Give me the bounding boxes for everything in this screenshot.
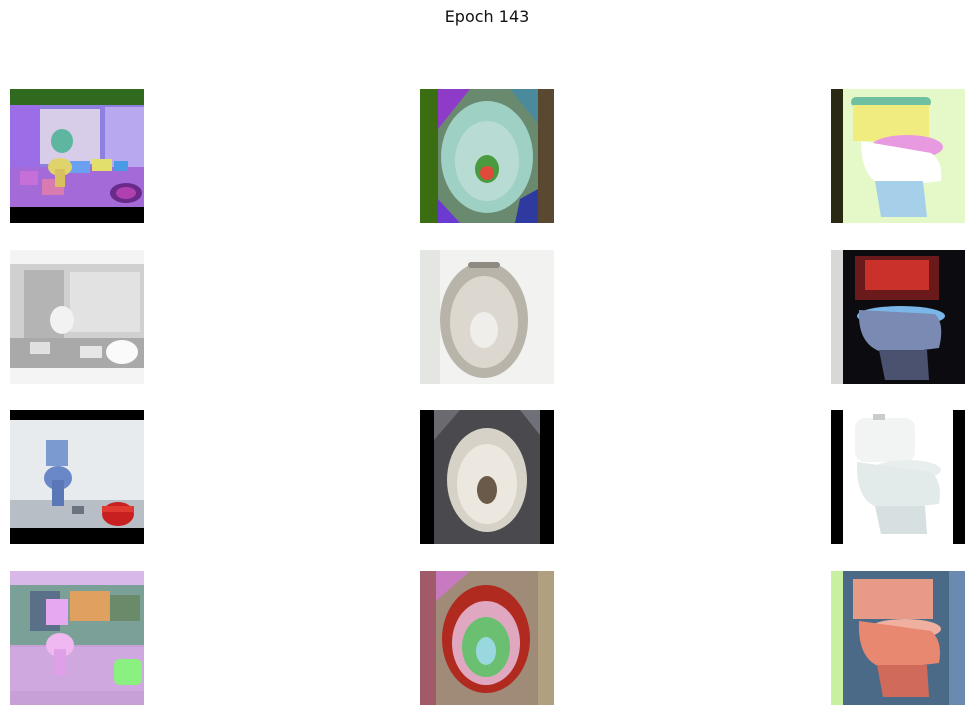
toilet-bowl-topdown-icon xyxy=(420,410,554,544)
toilet-sideview-icon xyxy=(831,571,965,705)
bathroom-scene-icon xyxy=(10,571,144,705)
generated-image-4 xyxy=(10,250,144,384)
toilet-bowl-topdown-icon xyxy=(420,250,554,384)
bathroom-scene-icon xyxy=(10,410,144,544)
generated-image-6 xyxy=(831,250,965,384)
toilet-bowl-topdown-icon xyxy=(420,89,554,223)
bathroom-scene-icon xyxy=(10,89,144,223)
toilet-sideview-icon xyxy=(831,89,965,223)
generated-image-11 xyxy=(420,571,554,705)
generated-image-8 xyxy=(420,410,554,544)
generated-image-10 xyxy=(10,571,144,705)
bathroom-scene-icon xyxy=(10,250,144,384)
generated-image-1 xyxy=(10,89,144,223)
generated-image-7 xyxy=(10,410,144,544)
generated-image-2 xyxy=(420,89,554,223)
toilet-sideview-icon xyxy=(831,250,965,384)
toilet-sideview-icon xyxy=(831,410,965,544)
generated-image-9 xyxy=(831,410,965,544)
generated-image-3 xyxy=(831,89,965,223)
generated-image-5 xyxy=(420,250,554,384)
figure-title: Epoch 143 xyxy=(444,7,530,26)
generated-image-12 xyxy=(831,571,965,705)
toilet-bowl-topdown-icon xyxy=(420,571,554,705)
